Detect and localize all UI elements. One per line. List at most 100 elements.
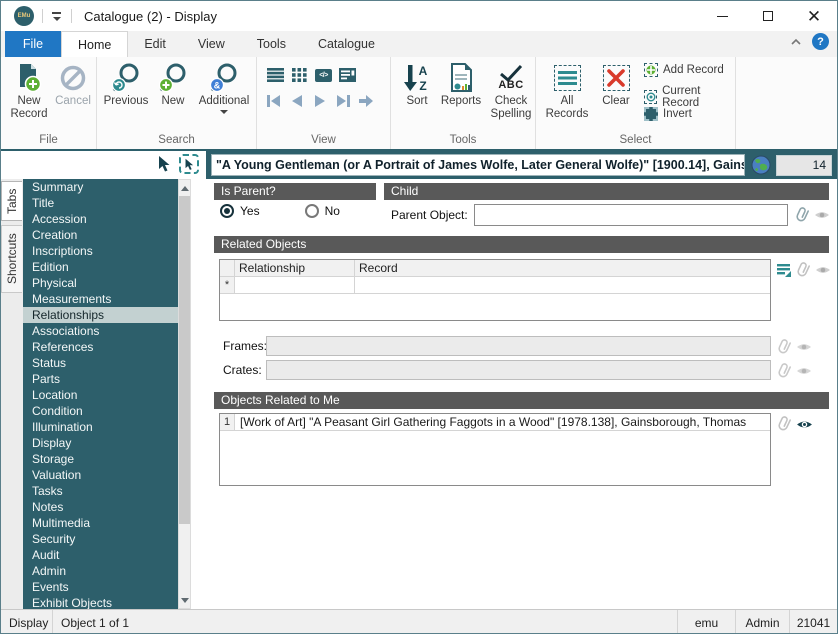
objects-related-table[interactable]: 1 [Work of Art] "A Peasant Girl Gatherin…: [219, 413, 771, 486]
collapse-ribbon-icon[interactable]: [790, 36, 802, 48]
sidebar-item-associations[interactable]: Associations: [23, 323, 178, 339]
strip-tab-tabs[interactable]: Tabs: [1, 181, 22, 221]
sidebar-item-admin[interactable]: Admin: [23, 563, 178, 579]
current-record-select-button[interactable]: Current Record: [644, 85, 735, 109]
reports-button[interactable]: Reports: [437, 61, 485, 108]
strip-tab-shortcuts[interactable]: Shortcuts: [1, 225, 22, 293]
sidebar-item-storage[interactable]: Storage: [23, 451, 178, 467]
form-view-icon[interactable]: [339, 67, 356, 83]
status-number: 21041: [789, 610, 837, 633]
frames-field: [266, 336, 771, 356]
tab-home[interactable]: Home: [61, 31, 129, 57]
check-spelling-icon: ABC: [498, 61, 524, 95]
attach-icon[interactable]: [791, 203, 814, 226]
help-icon[interactable]: ?: [812, 33, 829, 50]
quick-access-dropdown-icon[interactable]: [51, 10, 63, 22]
related-objects-view-icon[interactable]: [815, 264, 831, 276]
additional-search-button[interactable]: & Additional: [195, 61, 253, 115]
tabs-sidebar: Summary Title Accession Creation Inscrip…: [23, 179, 178, 609]
clear-selection-button[interactable]: Clear: [596, 61, 636, 108]
next-record-icon[interactable]: [311, 93, 328, 109]
sidebar-item-valuation[interactable]: Valuation: [23, 467, 178, 483]
is-parent-no-radio[interactable]: No: [304, 204, 340, 218]
related-objects-attach-icon[interactable]: [792, 258, 815, 281]
list-view-icon[interactable]: [267, 67, 284, 83]
add-record-select-icon: [644, 63, 658, 77]
sidebar-item-tasks[interactable]: Tasks: [23, 483, 178, 499]
row-text: [Work of Art] "A Peasant Girl Gathering …: [240, 415, 747, 429]
sidebar-item-security[interactable]: Security: [23, 531, 178, 547]
sidebar-item-audit[interactable]: Audit: [23, 547, 178, 563]
scrollbar-up-icon[interactable]: [179, 181, 190, 195]
record-title-field[interactable]: "A Young Gentleman (or A Portrait of Jam…: [211, 154, 745, 176]
column-record[interactable]: Record: [355, 260, 770, 276]
sidebar-item-events[interactable]: Events: [23, 579, 178, 595]
tab-catalogue[interactable]: Catalogue: [302, 31, 391, 57]
scrollbar-thumb[interactable]: [179, 196, 190, 524]
close-button[interactable]: ✕: [791, 1, 837, 31]
sidebar-item-summary[interactable]: Summary: [23, 179, 178, 195]
view-attachment-icon[interactable]: [814, 209, 830, 221]
record-count-field[interactable]: 14: [776, 154, 832, 176]
tab-tools[interactable]: Tools: [241, 31, 302, 57]
sidebar-item-exhibit-objects[interactable]: Exhibit Objects: [23, 595, 178, 609]
add-record-select-button[interactable]: Add Record: [644, 63, 724, 77]
tab-edit[interactable]: Edit: [128, 31, 182, 57]
all-records-button[interactable]: All Records: [541, 61, 593, 121]
grid-view-icon[interactable]: [291, 67, 308, 83]
sidebar-item-display[interactable]: Display: [23, 435, 178, 451]
sidebar-scrollbar[interactable]: [178, 179, 191, 609]
goto-record-icon[interactable]: [357, 93, 374, 109]
parent-object-input[interactable]: [474, 204, 788, 226]
sidebar-item-physical[interactable]: Physical: [23, 275, 178, 291]
related-objects-table[interactable]: Relationship Record *: [219, 259, 771, 321]
ribbon-group-select: All Records Clear Add Record Current Rec…: [536, 57, 736, 149]
group-label-tools: Tools: [449, 134, 477, 146]
objects-related-row-1[interactable]: 1 [Work of Art] "A Peasant Girl Gatherin…: [220, 414, 770, 431]
last-record-icon[interactable]: [334, 93, 351, 109]
tab-file[interactable]: File: [5, 31, 61, 57]
status-server: emu: [677, 610, 735, 633]
sidebar-item-accession[interactable]: Accession: [23, 211, 178, 227]
new-record-button[interactable]: New Record: [7, 61, 51, 121]
scrollbar-down-icon[interactable]: [179, 593, 190, 607]
sidebar-item-inscriptions[interactable]: Inscriptions: [23, 243, 178, 259]
sidebar-item-creation[interactable]: Creation: [23, 227, 178, 243]
maximize-button[interactable]: [745, 1, 791, 31]
sidebar-item-parts[interactable]: Parts: [23, 371, 178, 387]
cancel-button[interactable]: Cancel: [53, 61, 93, 108]
invert-selection-button[interactable]: Invert: [644, 107, 692, 121]
objects-related-view-icon[interactable]: [796, 418, 813, 431]
sidebar-item-status[interactable]: Status: [23, 355, 178, 371]
radio-off-icon: [304, 204, 319, 218]
minimize-button[interactable]: [699, 1, 745, 31]
previous-search-button[interactable]: Previous: [101, 61, 151, 108]
sidebar-item-notes[interactable]: Notes: [23, 499, 178, 515]
tab-view[interactable]: View: [182, 31, 241, 57]
sidebar-item-relationships[interactable]: Relationships: [23, 307, 178, 323]
select-region-cursor-icon[interactable]: [179, 154, 199, 174]
previous-record-icon[interactable]: [288, 93, 305, 109]
globe-icon[interactable]: [751, 155, 771, 175]
sidebar-item-title[interactable]: Title: [23, 195, 178, 211]
sidebar-item-illumination[interactable]: Illumination: [23, 419, 178, 435]
is-parent-yes-radio[interactable]: Yes: [220, 204, 260, 218]
first-record-icon[interactable]: [265, 93, 282, 109]
new-search-button[interactable]: New: [155, 61, 191, 108]
sidebar-item-location[interactable]: Location: [23, 387, 178, 403]
related-objects-new-row[interactable]: *: [220, 277, 770, 294]
sidebar-item-edition[interactable]: Edition: [23, 259, 178, 275]
sidebar-item-condition[interactable]: Condition: [23, 403, 178, 419]
select-cursor-icon[interactable]: [157, 155, 172, 173]
related-objects-options-icon[interactable]: [776, 263, 792, 278]
objects-related-attach-icon[interactable]: [773, 412, 796, 435]
sidebar-item-multimedia[interactable]: Multimedia: [23, 515, 178, 531]
clear-selection-icon: [602, 61, 630, 95]
sort-button[interactable]: A Z Sort: [399, 61, 435, 108]
code-view-icon[interactable]: </>: [315, 67, 332, 83]
sidebar-item-measurements[interactable]: Measurements: [23, 291, 178, 307]
sidebar-item-references[interactable]: References: [23, 339, 178, 355]
column-relationship[interactable]: Relationship: [235, 260, 355, 276]
new-search-label: New: [161, 95, 185, 107]
check-spelling-button[interactable]: ABC Check Spelling: [487, 61, 535, 121]
